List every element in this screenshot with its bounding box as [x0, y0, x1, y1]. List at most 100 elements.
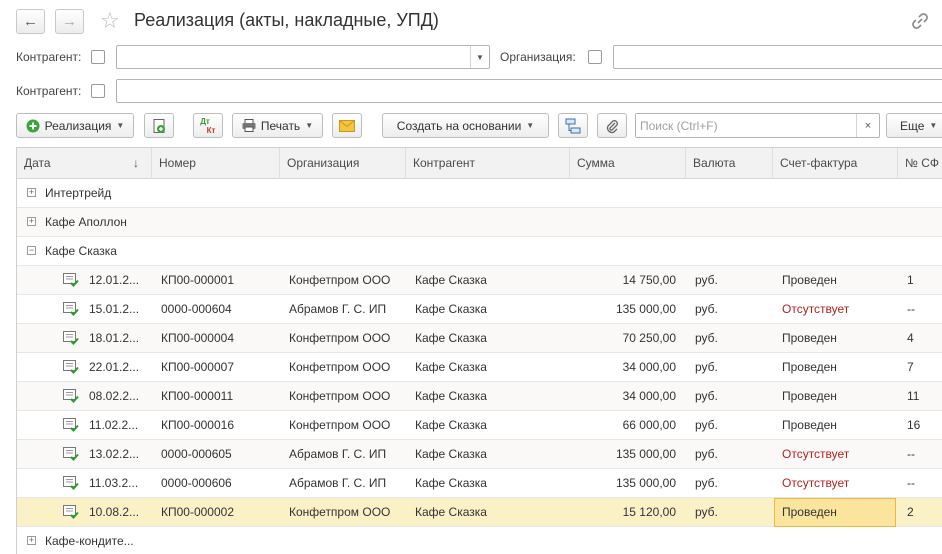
table-row[interactable]: 11.03.2... 0000-000606 Абрамов Г. С. ИП … — [17, 469, 942, 498]
print-button[interactable]: Печать ▼ — [232, 113, 323, 138]
cell-currency: руб. — [695, 447, 718, 461]
table-row[interactable]: 11.02.2... КП00-000016 Конфетпром ООО Ка… — [17, 411, 942, 440]
cell-counterparty: Кафе Сказка — [415, 331, 487, 345]
cell-invoice-number: 11 — [907, 389, 920, 403]
group-row-cafe-confectionery[interactable]: + Кафе-кондите... — [17, 527, 942, 554]
column-header-counterparty[interactable]: Контрагент — [406, 148, 570, 179]
group-label: Интертрейд — [45, 186, 112, 200]
group-row-apollon[interactable]: + Кафе Аполлон — [17, 208, 942, 237]
cell-sum: 34 000,00 — [622, 389, 676, 403]
column-header-date[interactable]: Дата ↓ — [17, 148, 152, 179]
posted-document-icon — [63, 476, 79, 490]
back-button[interactable]: ← — [16, 9, 45, 34]
table-row[interactable]: 12.01.2... КП00-000001 Конфетпром ООО Ка… — [17, 266, 942, 295]
column-header-currency[interactable]: Валюта — [686, 148, 773, 179]
group-label: Кафе-кондите... — [45, 534, 134, 548]
cell-number: КП00-000004 — [161, 331, 235, 345]
forward-button[interactable]: → — [55, 9, 84, 34]
cell-date: 18.01.2... — [89, 331, 140, 345]
group-row-skazka[interactable]: − Кафе Сказка — [17, 237, 942, 266]
create-based-on-label: Создать на основании — [396, 118, 522, 133]
group-label: Кафе Сказка — [45, 244, 117, 258]
cell-counterparty: Кафе Сказка — [415, 273, 487, 287]
column-header-organization[interactable]: Организация — [280, 148, 406, 179]
posted-document-icon — [63, 505, 79, 519]
envelope-icon — [339, 119, 355, 132]
cell-currency: руб. — [695, 360, 718, 374]
search-input[interactable] — [636, 114, 856, 137]
kt-icon: Кт — [206, 125, 216, 135]
organization-filter-label: Организация: — [500, 50, 576, 64]
cell-number: КП00-000007 — [161, 360, 235, 374]
organization-filter-field[interactable] — [613, 45, 942, 69]
organization-filter-checkbox[interactable] — [588, 50, 602, 64]
counterparty2-filter-checkbox[interactable] — [91, 84, 105, 98]
cell-sum: 135 000,00 — [615, 302, 676, 316]
expand-plus-icon[interactable]: + — [27, 188, 36, 197]
column-header-invoice[interactable]: Счет-фактура — [773, 148, 898, 179]
cell-organization: Конфетпром ООО — [289, 505, 391, 519]
back-arrow-icon: ← — [23, 13, 38, 30]
cell-invoice-number: 16 — [907, 418, 921, 432]
clear-search-button[interactable]: × — [856, 114, 879, 137]
cell-currency: руб. — [695, 389, 718, 403]
cell-invoice-number: -- — [907, 476, 915, 490]
sort-descending-icon: ↓ — [133, 156, 139, 170]
table-row[interactable]: 15.01.2... 0000-000604 Абрамов Г. С. ИП … — [17, 295, 942, 324]
counterparty-filter-field[interactable]: ▼ — [116, 45, 490, 69]
table-row[interactable]: 22.01.2... КП00-000007 Конфетпром ООО Ка… — [17, 353, 942, 382]
more-button-label: Еще — [900, 118, 925, 133]
table-row[interactable]: 18.01.2... КП00-000004 Конфетпром ООО Ка… — [17, 324, 942, 353]
dt-kt-button[interactable]: Дт Кт — [193, 113, 223, 138]
counterparty2-filter-field[interactable] — [116, 79, 942, 103]
cell-organization: Абрамов Г. С. ИП — [289, 302, 387, 316]
copy-document-icon — [153, 118, 165, 133]
realization-create-button[interactable]: Реализация ▼ — [16, 113, 134, 138]
create-based-on-button[interactable]: Создать на основании ▼ — [382, 113, 549, 138]
cell-date: 13.02.2... — [89, 447, 140, 461]
table-row[interactable]: 13.02.2... 0000-000605 Абрамов Г. С. ИП … — [17, 440, 942, 469]
column-header-number[interactable]: Номер — [152, 148, 280, 179]
cell-currency: руб. — [695, 331, 718, 345]
posted-document-icon — [63, 389, 79, 403]
cell-invoice-status: Проведен — [782, 389, 837, 403]
column-header-sum[interactable]: Сумма — [570, 148, 686, 179]
copy-document-button[interactable] — [144, 113, 174, 138]
group-label: Кафе Аполлон — [45, 215, 127, 229]
cell-sum: 15 120,00 — [622, 505, 676, 519]
cell-organization: Конфетпром ООО — [289, 389, 391, 403]
group-row-intertrade[interactable]: + Интертрейд — [17, 179, 942, 208]
document-structure-icon — [565, 118, 581, 133]
chevron-down-icon: ▼ — [116, 121, 125, 130]
collapse-minus-icon[interactable]: − — [27, 246, 36, 255]
cell-invoice-status: Отсутствует — [782, 476, 850, 490]
counterparty-filter-label: Контрагент: — [16, 50, 82, 64]
link-icon[interactable] — [910, 11, 930, 31]
cell-invoice-status-focused[interactable]: Проведен — [774, 498, 896, 527]
favorite-star-icon[interactable]: ☆ — [100, 7, 120, 35]
search-field[interactable]: × — [635, 113, 880, 138]
posted-document-icon — [63, 418, 79, 432]
column-header-invoice-number[interactable]: № СФ — [898, 148, 942, 179]
counterparty-filter-checkbox[interactable] — [91, 50, 105, 64]
cell-currency: руб. — [695, 418, 718, 432]
cell-invoice-status: Проведен — [782, 273, 837, 287]
more-button[interactable]: Еще ▼ — [886, 113, 942, 138]
cell-invoice-status: Отсутствует — [782, 447, 850, 461]
expand-plus-icon[interactable]: + — [27, 217, 36, 226]
cell-currency: руб. — [695, 302, 718, 316]
chevron-down-icon[interactable]: ▼ — [470, 46, 489, 68]
send-email-button[interactable] — [332, 113, 362, 138]
cell-sum: 135 000,00 — [615, 476, 676, 490]
expand-plus-icon[interactable]: + — [27, 536, 36, 545]
table-row[interactable]: 08.02.2... КП00-000011 Конфетпром ООО Ка… — [17, 382, 942, 411]
counterparty2-filter-label: Контрагент: — [16, 84, 82, 98]
cell-sum: 14 750,00 — [622, 273, 676, 287]
structure-button[interactable] — [558, 113, 588, 138]
attach-file-button[interactable] — [597, 113, 627, 138]
documents-table: Дата ↓ Номер Организация Контрагент Сумм… — [16, 147, 942, 554]
cell-number: КП00-000001 — [161, 273, 235, 287]
table-row-selected[interactable]: 10.08.2... КП00-000002 Конфетпром ООО Ка… — [17, 498, 942, 527]
table-header: Дата ↓ Номер Организация Контрагент Сумм… — [17, 148, 942, 179]
cell-sum: 34 000,00 — [622, 360, 676, 374]
